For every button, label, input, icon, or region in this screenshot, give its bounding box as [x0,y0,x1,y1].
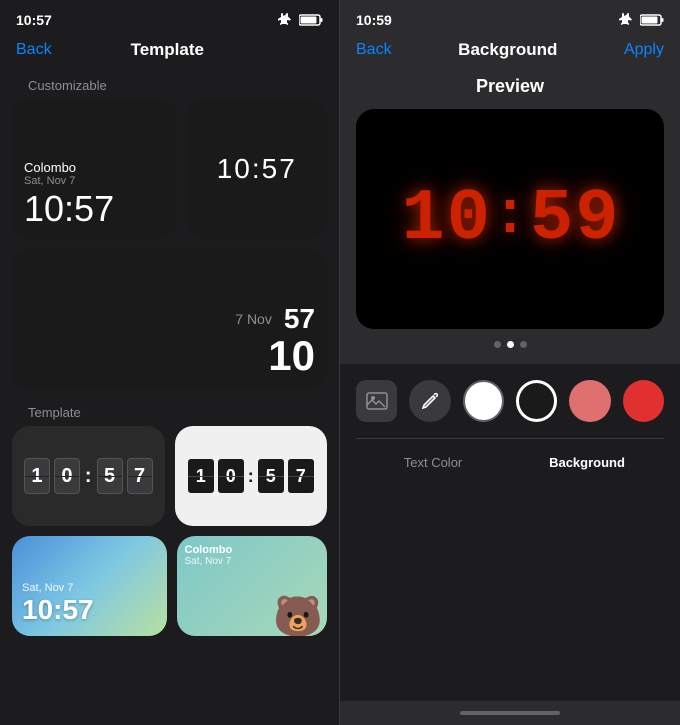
dot-1 [494,341,501,348]
left-nav-title: Template [131,40,204,60]
airplane-icon [277,12,293,28]
right-back-button[interactable]: Back [356,41,392,59]
tab-background[interactable]: Background [510,451,664,474]
tab-bar: Text Color Background [356,438,664,474]
right-panel: 10:59 Back Background Apply Preview 1 0 … [340,0,680,725]
image-icon [366,390,388,412]
flip-w2: 0 [218,459,244,493]
seg-2: 0 [447,183,490,255]
pen-picker-button[interactable] [409,380,450,422]
home-bar [460,711,560,715]
battery-icon [299,14,323,26]
color-picker-section: Text Color Background [340,364,680,701]
seg-4: 9 [575,183,618,255]
clock-preview: 1 0 : 5 9 [402,183,619,255]
right-nav-title: Background [458,40,557,60]
seg-3: 5 [530,183,573,255]
white-color-button[interactable] [463,380,504,422]
widget-flip-clock-white[interactable]: 1 0 : 5 7 [175,426,328,526]
widget-digital[interactable]: 10:57 [187,99,328,239]
colombo-date: Sat, Nov 7 [24,175,75,187]
image-picker-button[interactable] [356,380,397,422]
right-battery-icon [640,14,664,26]
colombo-city: Colombo [24,160,76,175]
flip-month: 7 Nov [235,311,272,327]
grid-row-4: Sat, Nov 7 10:57 Colombo Sat, Nov 7 🐻 [12,536,327,636]
left-panel: 10:57 Back Template Customizable Colombo… [0,0,339,725]
bear-date: Sat, Nov 7 [185,556,233,567]
black-color-button[interactable] [516,380,557,422]
flip-date-row: 7 Nov 57 [235,303,315,335]
left-time: 10:57 [16,12,52,28]
grad-time: 10:57 [22,594,94,626]
grid-row-1: Colombo Sat, Nov 7 10:57 10:57 [12,99,327,239]
color-options [356,380,664,422]
flip-d2: 0 [54,458,80,494]
flip-w1: 1 [188,459,214,493]
flip-colon1: : [85,465,92,488]
templates-grid: Customizable Colombo Sat, Nov 7 10:57 10… [0,70,339,725]
flip-clock-white-display: 1 0 : 5 7 [188,459,314,493]
dot-2 [507,341,514,348]
preview-title: Preview [340,70,680,109]
right-status-bar: 10:59 [340,0,680,36]
template-section-label: Template [12,399,327,426]
page-dots [340,329,680,356]
flip-clock-dark-display: 1 0 : 5 7 [24,458,153,494]
widget-bear[interactable]: Colombo Sat, Nov 7 🐻 [177,536,328,636]
left-status-icons [277,12,323,28]
colombo-time: 10:57 [24,191,114,227]
right-nav-bar: Back Background Apply [340,36,680,70]
flip-d1: 1 [24,458,50,494]
customizable-label: Customizable [12,70,327,99]
home-indicator [340,701,680,725]
widget-flip-clock-dark[interactable]: 1 0 : 5 7 [12,426,165,526]
flip-w4: 7 [288,459,314,493]
dot-3 [520,341,527,348]
flip-day: 10 [268,335,315,377]
flip-d4: 7 [127,458,153,494]
salmon-color-button[interactable] [569,380,610,422]
grad-date: Sat, Nov 7 [22,582,73,594]
right-status-icons [618,12,664,28]
right-time: 10:59 [356,12,392,28]
bear-icon: 🐻 [273,593,323,636]
flip-mins: 57 [284,303,315,335]
left-back-button[interactable]: Back [16,41,52,59]
flip-d3: 5 [97,458,123,494]
bear-city: Colombo [185,544,233,556]
pen-icon [420,391,440,411]
right-apply-button[interactable]: Apply [624,41,664,59]
red-color-button[interactable] [623,380,664,422]
seg-colon: : [492,187,528,247]
widget-colombo[interactable]: Colombo Sat, Nov 7 10:57 [12,99,177,239]
preview-area: 1 0 : 5 9 [356,109,664,329]
left-status-bar: 10:57 [0,0,339,36]
seg-1: 1 [402,183,445,255]
right-airplane-icon [618,12,634,28]
digital-time: 10:57 [217,153,297,185]
flip-colon2: : [248,466,254,487]
bear-header: Colombo Sat, Nov 7 [185,544,233,567]
widget-flip-dark[interactable]: 7 Nov 57 10 [12,249,327,389]
left-nav-bar: Back Template [0,36,339,70]
grid-row-3: 1 0 : 5 7 1 0 : 5 7 [12,426,327,526]
grid-row-2: 7 Nov 57 10 [12,249,327,389]
tab-text-color[interactable]: Text Color [356,451,510,474]
widget-gradient[interactable]: Sat, Nov 7 10:57 [12,536,167,636]
flip-w3: 5 [258,459,284,493]
